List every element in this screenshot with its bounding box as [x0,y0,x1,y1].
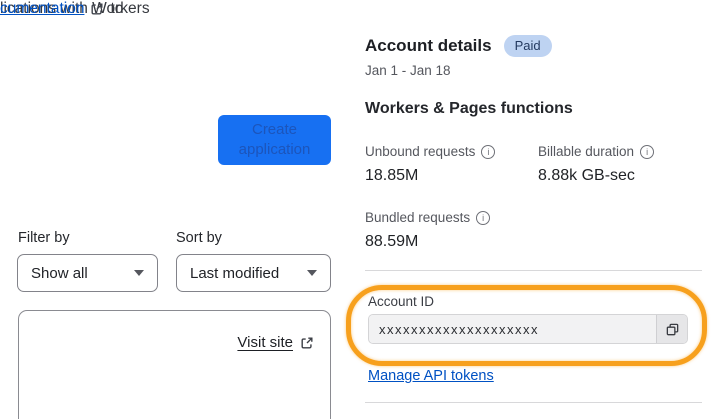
stat-label-text: Unbound requests [365,144,476,159]
bundled-requests-value: 88.59M [365,233,419,250]
caret-down-icon [307,270,317,276]
info-icon[interactable] [481,144,496,159]
info-icon[interactable] [476,210,491,225]
unbound-requests-label: Unbound requests [365,144,496,159]
info-icon[interactable] [640,144,655,159]
account-id-field-group [368,314,688,344]
workers-pages-dashboard: lications with Workers cumentation to Cr… [0,0,718,419]
account-id-input[interactable] [369,315,656,343]
billing-date-range: Jan 1 - Jan 18 [365,63,451,78]
account-id-label: Account ID [368,294,435,309]
filter-by-label: Filter by [18,230,70,246]
account-details-header: Account details Paid [365,35,552,57]
divider [365,402,702,403]
copy-button[interactable] [656,315,687,343]
filter-dropdown-value: Show all [31,264,88,282]
filter-dropdown[interactable]: Show all [17,254,158,292]
project-card: Visit site [18,310,331,419]
manage-api-tokens-link[interactable]: Manage API tokens [368,368,494,384]
divider [365,270,702,271]
account-details-panel: Account details Paid Jan 1 - Jan 18 Work… [346,0,707,419]
external-link-icon [300,336,314,350]
promo-text-suffix: to [110,0,124,17]
external-link-icon [90,2,104,16]
visit-site-label: Visit site [237,334,293,351]
account-details-title: Account details [365,36,492,55]
bundled-requests-label: Bundled requests [365,210,491,225]
stat-label-text: Billable duration [538,144,635,159]
stat-label-text: Bundled requests [365,210,471,225]
sort-dropdown[interactable]: Last modified [176,254,331,292]
functions-section-title: Workers & Pages functions [365,100,573,117]
documentation-link[interactable]: cumentation [0,0,84,18]
create-application-button[interactable]: Create application [218,115,331,165]
sort-by-label: Sort by [176,230,222,246]
caret-down-icon [134,270,144,276]
paid-plan-badge: Paid [503,35,552,57]
copy-icon [665,322,680,337]
visit-site-link[interactable]: Visit site [237,334,314,351]
billable-duration-value: 8.88k GB-sec [538,167,635,184]
unbound-requests-value: 18.85M [365,167,419,184]
sort-dropdown-value: Last modified [190,264,280,282]
billable-duration-label: Billable duration [538,144,655,159]
promo-text-line2: cumentation to [0,0,123,18]
